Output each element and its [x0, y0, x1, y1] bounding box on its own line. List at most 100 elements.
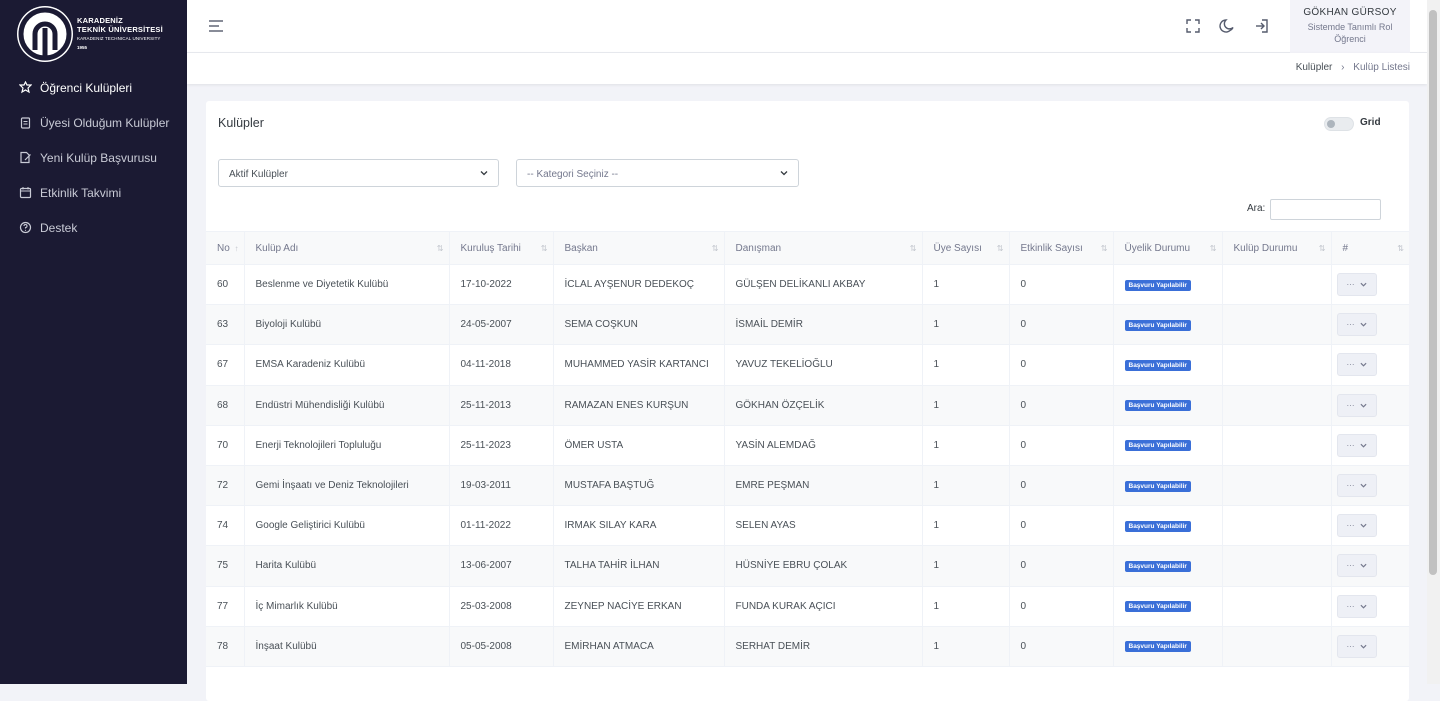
header-col-no[interactable]: No ↑ [206, 231, 244, 265]
header-col-members[interactable]: Üye Sayısı ⇅ [921, 231, 1009, 265]
logout-icon[interactable] [1253, 17, 1271, 35]
header-col-advisor[interactable]: Danışman ⇅ [723, 231, 922, 265]
chevron-down-icon [1359, 483, 1367, 488]
chevron-down-icon [1359, 282, 1367, 287]
col-actions: ··· [1330, 465, 1409, 507]
col-membership: Başvuru Yapılabilir [1112, 505, 1222, 547]
row-actions-dropdown-button[interactable]: ··· [1336, 594, 1377, 618]
header-col-membership[interactable]: Üyelik Durumu ⇅ [1112, 231, 1222, 265]
row-actions-dropdown-button[interactable]: ··· [1336, 393, 1377, 417]
col-president: ÖMER USTA [552, 425, 724, 466]
col-events: 0 [1008, 385, 1113, 426]
col-founded: 25-11-2023 [448, 425, 553, 466]
header-col-club-name[interactable]: Kulüp Adı ⇅ [243, 231, 449, 265]
sort-icon: ⇅ [1209, 244, 1217, 253]
logo-emblem-icon [17, 6, 73, 62]
sidebar-item-event-calendar[interactable]: Etkinlik Takvimi [0, 175, 187, 210]
row-actions-dropdown-button[interactable]: ··· [1336, 433, 1377, 457]
col-membership: Başvuru Yapılabilir [1112, 344, 1222, 386]
col-club-name: Endüstri Mühendisliği Kulübü [243, 385, 449, 426]
sidebar-item-label: Üyesi Olduğum Kulüpler [40, 115, 170, 130]
row-actions-dropdown-button[interactable]: ··· [1336, 313, 1377, 337]
col-members: 1 [921, 465, 1009, 507]
table-header-row: No ↑ Kulüp Adı ⇅ Kuruluş Tarihi ⇅ Başkan ⇅ Danış… [206, 231, 1409, 265]
col-club-name: Enerji Teknolojileri Topluluğu [243, 425, 449, 466]
user-profile[interactable]: GÖKHAN GÜRSOY Sistemde Tanımlı Rol Öğren… [1290, 0, 1410, 53]
sidebar-item-new-club-application[interactable]: Yeni Kulüp Başvurusu [0, 140, 187, 175]
col-members: 1 [921, 586, 1009, 627]
header-col-events[interactable]: Etkinlik Sayısı ⇅ [1008, 231, 1113, 265]
membership-status-badge: Başvuru Yapılabilir [1124, 440, 1191, 452]
col-actions: ··· [1330, 586, 1409, 627]
sidebar-item-student-clubs[interactable]: Öğrenci Kulüpleri [0, 70, 187, 105]
col-actions: ··· [1330, 264, 1409, 306]
col-founded: 05-05-2008 [448, 626, 553, 667]
more-dots-icon: ··· [1346, 481, 1355, 491]
col-president: IRMAK SILAY KARA [552, 505, 724, 547]
more-dots-icon: ··· [1346, 521, 1355, 531]
search-input[interactable] [1270, 199, 1381, 220]
header-label: Üyelik Durumu [1124, 242, 1191, 254]
row-actions-dropdown-button[interactable]: ··· [1336, 273, 1377, 297]
col-advisor: SELEN AYAS [723, 505, 922, 547]
brand-line4: 1955 [77, 45, 88, 50]
menu-toggle-icon[interactable] [207, 18, 225, 34]
university-logo[interactable]: KARADENİZ TEKNİK ÜNİVERSİTESİ KARADENIZ … [0, 0, 187, 68]
grid-toggle-label: Grid [1360, 117, 1381, 128]
col-actions: ··· [1330, 505, 1409, 547]
col-no: 77 [206, 586, 244, 627]
membership-status-badge: Başvuru Yapılabilir [1124, 279, 1191, 291]
membership-status-badge: Başvuru Yapılabilir [1124, 601, 1191, 613]
col-advisor: GÖKHAN ÖZÇELİK [723, 385, 922, 426]
fullscreen-icon[interactable] [1184, 17, 1202, 35]
clipboard-icon [19, 116, 32, 129]
membership-status-badge: Başvuru Yapılabilir [1124, 641, 1191, 653]
col-membership: Başvuru Yapılabilir [1112, 264, 1222, 306]
col-members: 1 [921, 344, 1009, 386]
col-no: 60 [206, 264, 244, 306]
scrollbar-thumb[interactable] [1429, 10, 1437, 575]
col-events: 0 [1008, 425, 1113, 466]
header-col-founded[interactable]: Kuruluş Tarihi ⇅ [448, 231, 553, 265]
more-dots-icon: ··· [1346, 601, 1355, 611]
row-actions-dropdown-button[interactable]: ··· [1336, 353, 1377, 377]
chevron-down-icon [1359, 524, 1367, 528]
col-no: 75 [206, 545, 244, 587]
row-actions-dropdown-button[interactable]: ··· [1336, 514, 1377, 538]
page-scrollbar[interactable] [1427, 0, 1440, 684]
sidebar-item-my-clubs[interactable]: Üyesi Olduğum Kulüpler [0, 105, 187, 140]
club-status-select[interactable]: Aktif Kulüpler [218, 159, 499, 187]
club-icon [19, 81, 32, 94]
membership-status-badge: Başvuru Yapılabilir [1124, 319, 1191, 331]
col-membership: Başvuru Yapılabilir [1112, 586, 1222, 627]
header-col-club-status[interactable]: Kulüp Durumu ⇅ [1221, 231, 1331, 265]
col-president: ZEYNEP NACİYE ERKAN [552, 586, 724, 627]
row-actions-dropdown-button[interactable]: ··· [1336, 474, 1377, 498]
col-club-name: Gemi İnşaatı ve Deniz Teknolojileri [243, 465, 449, 507]
col-founded: 01-11-2022 [448, 505, 553, 547]
dark-mode-moon-icon[interactable] [1218, 17, 1236, 35]
category-select[interactable]: -- Kategori Seçiniz -- [516, 159, 799, 187]
header-col-actions[interactable]: # ⇅ [1330, 231, 1409, 265]
col-membership: Başvuru Yapılabilir [1112, 465, 1222, 507]
sidebar-item-support[interactable]: Destek [0, 210, 187, 245]
row-actions-dropdown-button[interactable]: ··· [1336, 634, 1377, 658]
chevron-right-icon: › [1341, 62, 1345, 73]
sidebar: KARADENİZ TEKNİK ÜNİVERSİTESİ KARADENIZ … [0, 0, 187, 684]
breadcrumb-parent-link[interactable]: Kulüpler [1296, 62, 1333, 73]
brand-line3: KARADENIZ TECHNICAL UNIVERSITY [77, 36, 161, 41]
brand-line2: TEKNİK ÜNİVERSİTESİ [77, 25, 163, 34]
more-dots-icon: ··· [1346, 320, 1355, 330]
col-members: 1 [921, 264, 1009, 306]
col-membership: Başvuru Yapılabilir [1112, 385, 1222, 426]
table-body: 60 Beslenme ve Diyetetik Kulübü 17-10-2022… [206, 264, 1409, 667]
header-col-president[interactable]: Başkan ⇅ [552, 231, 724, 265]
col-actions: ··· [1330, 344, 1409, 386]
col-founded: 17-10-2022 [448, 264, 553, 306]
row-actions-dropdown-button[interactable]: ··· [1336, 554, 1377, 578]
header-label: Danışman [735, 242, 782, 254]
search-label: Ara: [1247, 203, 1266, 214]
grid-view-toggle[interactable] [1324, 117, 1354, 131]
user-role-line1: Sistemde Tanımlı Rol [1307, 22, 1393, 32]
chevron-down-icon [1359, 564, 1367, 569]
